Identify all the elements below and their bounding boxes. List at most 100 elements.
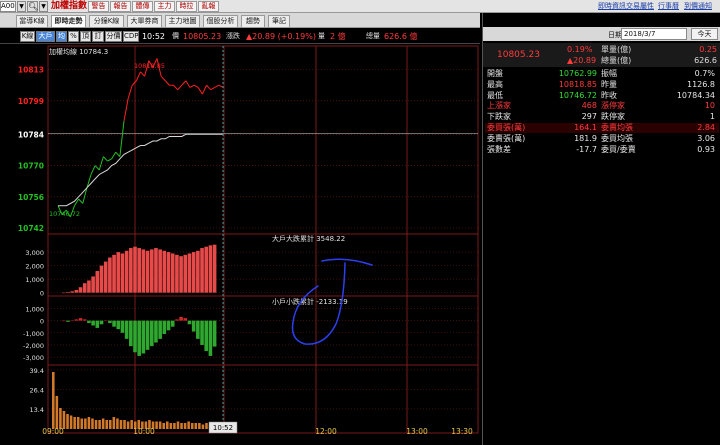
tab-2[interactable]: 分鐘K線 xyxy=(89,15,124,27)
volume-bar xyxy=(76,417,80,429)
small-player-bar xyxy=(200,320,204,345)
price-tick-label: 10799 xyxy=(18,97,44,106)
price-segment xyxy=(127,85,133,99)
cdp-button[interactable]: CDP xyxy=(123,31,139,42)
today-button[interactable]: 今天 xyxy=(691,28,718,40)
price-split-button[interactable]: 分價 xyxy=(105,31,122,42)
avg-button[interactable]: 均 xyxy=(56,31,67,42)
small-player-bar xyxy=(112,320,116,327)
big-player-button[interactable]: 大戶 xyxy=(36,31,55,42)
volume-bar xyxy=(52,372,55,429)
order-button[interactable]: 訂 xyxy=(92,31,104,42)
realtime-info-link[interactable]: 即時資訊 xyxy=(598,0,626,13)
trade-attr-link[interactable]: 交易屬性 xyxy=(626,0,654,13)
warning-button[interactable]: 警告 xyxy=(88,1,109,12)
big-player-bar xyxy=(120,253,125,293)
big-player-bar xyxy=(99,265,104,293)
price-tick-label: 10742 xyxy=(18,224,44,233)
small-player-bar xyxy=(175,319,179,321)
tab-6[interactable]: 趨勢 xyxy=(241,15,265,27)
quote-l2-text: 漲停家 xyxy=(601,101,625,111)
volume-label: 量 xyxy=(318,32,325,40)
alert-button[interactable]: 亂報 xyxy=(198,1,219,12)
tab-0[interactable]: 當導K線 xyxy=(16,15,48,27)
volume-bar xyxy=(69,415,73,429)
small-player-bar xyxy=(166,320,171,331)
quote-l2-text: 振幅 xyxy=(601,69,617,78)
tab-bar: 當導K線 即時走勢 分鐘K線 大單券商 主力地圖 個股分析 趨勢 筆記 xyxy=(0,13,480,28)
volume-bar xyxy=(162,423,165,429)
big-player-bar xyxy=(78,287,83,293)
big-player-bar xyxy=(112,254,116,293)
big-player-bar xyxy=(212,244,217,293)
big-player-bar xyxy=(187,253,192,293)
volume-bar xyxy=(180,423,183,429)
quote-l2-text: 昨收 xyxy=(601,90,617,100)
price-segment xyxy=(201,85,207,95)
tab-3[interactable]: 大單券商 xyxy=(127,15,162,27)
date-picker[interactable]: 2018/3/7 xyxy=(621,28,687,40)
change-label: 漲跌 xyxy=(226,32,240,40)
small-player-tick-label: -1,000 xyxy=(23,330,44,338)
big-player-bar xyxy=(166,252,171,293)
quote-row: 開盤 10762.99 振幅 0.7% xyxy=(485,69,719,79)
small-player-bar xyxy=(91,320,95,326)
big-player-bar xyxy=(170,253,175,293)
big-player-bar xyxy=(95,271,100,293)
small-player-bar xyxy=(74,319,79,321)
price-segment xyxy=(189,84,195,88)
volume-tick-label: 13.4 xyxy=(30,406,44,414)
tab-1[interactable]: 即時走勢 xyxy=(51,15,86,27)
small-player-tick-label: 0 xyxy=(40,318,44,326)
big-player-bar xyxy=(108,257,112,293)
small-player-bar xyxy=(82,319,87,321)
big-player-bar xyxy=(82,283,87,293)
volume-bar xyxy=(112,417,116,429)
kline-button[interactable]: K線 xyxy=(20,31,35,42)
percent-button[interactable]: % xyxy=(68,31,79,42)
small-player-bar xyxy=(162,320,167,334)
volume-bar xyxy=(169,423,173,429)
big-player-bar xyxy=(200,248,204,293)
small-player-bar xyxy=(145,320,150,350)
top-button[interactable]: 頂 xyxy=(80,31,91,42)
big-player-bar xyxy=(133,246,137,293)
chevron-down-icon[interactable]: ▼ xyxy=(39,1,48,12)
price-segment xyxy=(135,71,141,81)
small-player-bar xyxy=(120,320,125,333)
panel-frame-0 xyxy=(47,45,479,235)
cursor-time: 10:52 xyxy=(141,32,166,41)
high-label: 10818.85 xyxy=(134,62,165,70)
price-value: 10805.23 xyxy=(183,32,222,41)
price-segment xyxy=(119,120,125,157)
tab-7[interactable]: 筆記 xyxy=(268,15,290,27)
big-player-tick-label: 1,000 xyxy=(25,276,44,284)
chart-area[interactable]: 10813 10799 10784 10770 10756 10742 加權均線 10784… xyxy=(0,44,480,445)
tab-4[interactable]: 主力地圖 xyxy=(165,15,200,27)
symbol-input[interactable]: A00 xyxy=(0,1,16,12)
price-segment xyxy=(123,98,129,122)
calendar-link[interactable]: 行事曆 xyxy=(658,0,679,13)
quote-v1-text: 164.1 xyxy=(574,123,597,132)
small-player-bar xyxy=(212,320,217,347)
search-icon[interactable]: 🔍︎ xyxy=(27,1,38,12)
volume-bar xyxy=(183,423,187,429)
intraday-chart[interactable]: 10813 10799 10784 10770 10756 10742 加權均線 10784… xyxy=(0,44,480,445)
average-line xyxy=(58,133,223,207)
quote-v2-text: 0.93 xyxy=(697,144,715,154)
chevron-down-icon[interactable]: ▼ xyxy=(17,1,26,12)
main-force-button[interactable]: 主力 xyxy=(154,1,175,12)
report-button[interactable]: 報告 xyxy=(110,1,131,12)
quote-l1-text: 委買張(萬) xyxy=(487,123,526,132)
body-button[interactable]: 體傳 xyxy=(132,1,153,12)
price-alert-link[interactable]: 到價通知 xyxy=(684,0,712,13)
tab-5[interactable]: 個股分析 xyxy=(203,15,238,27)
quote-panel: 日期: 2018/3/7 今天 10805.23 0.19% ▲20.89 單量… xyxy=(482,13,720,445)
quote-header: 10805.23 0.19% ▲20.89 單量(億) 0.25 總量(億) 6… xyxy=(483,43,720,67)
big-player-bar xyxy=(183,254,188,293)
time-button[interactable]: 時拉 xyxy=(176,1,197,12)
price-segment xyxy=(193,84,199,88)
small-player-bar xyxy=(124,320,129,339)
price-segment xyxy=(131,80,137,86)
total-volume-value: 626.6 億 xyxy=(384,32,418,41)
